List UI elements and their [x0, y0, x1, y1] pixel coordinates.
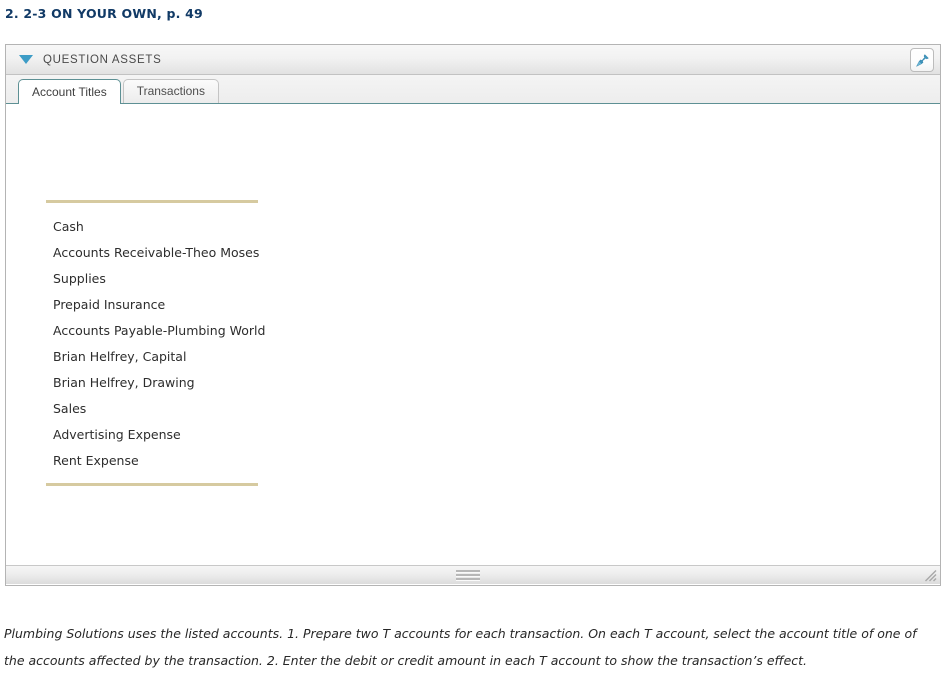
panel-header-title: QUESTION ASSETS: [43, 53, 162, 66]
panel-body: Cash Accounts Receivable-Theo Moses Supp…: [6, 104, 940, 584]
tab-transactions[interactable]: Transactions: [122, 79, 219, 103]
pushpin-icon: [915, 53, 929, 67]
tab-strip: Account Titles Transactions: [6, 75, 940, 104]
account-titles-block: Cash Accounts Receivable-Theo Moses Supp…: [46, 200, 265, 486]
panel-header[interactable]: QUESTION ASSETS: [6, 45, 940, 75]
question-assets-panel: QUESTION ASSETS Account Titles Transacti…: [5, 44, 941, 586]
list-item[interactable]: Supplies: [46, 266, 258, 292]
account-list-bottom-rule: [46, 483, 258, 486]
list-item[interactable]: Brian Helfrey, Drawing: [46, 370, 258, 396]
triangle-down-icon[interactable]: [19, 55, 33, 64]
list-item[interactable]: Accounts Receivable-Theo Moses: [46, 240, 259, 266]
account-titles-list: Cash Accounts Receivable-Theo Moses Supp…: [46, 203, 265, 474]
list-item[interactable]: Accounts Payable-Plumbing World: [46, 318, 265, 344]
panel-footer: [6, 565, 940, 584]
list-item[interactable]: Prepaid Insurance: [46, 292, 258, 318]
pin-button[interactable]: [910, 48, 934, 72]
resize-grip-icon[interactable]: [924, 569, 937, 582]
tab-account-titles[interactable]: Account Titles: [18, 79, 121, 104]
list-item[interactable]: Cash: [46, 203, 258, 240]
page-title: 2. 2-3 ON YOUR OWN, p. 49: [5, 6, 203, 21]
list-item[interactable]: Brian Helfrey, Capital: [46, 344, 258, 370]
instructions-text: Plumbing Solutions uses the listed accou…: [4, 626, 917, 668]
list-item[interactable]: Sales: [46, 396, 258, 422]
list-item[interactable]: Advertising Expense: [46, 422, 258, 448]
drag-handle-icon[interactable]: [456, 570, 480, 581]
list-item[interactable]: Rent Expense: [46, 448, 258, 474]
